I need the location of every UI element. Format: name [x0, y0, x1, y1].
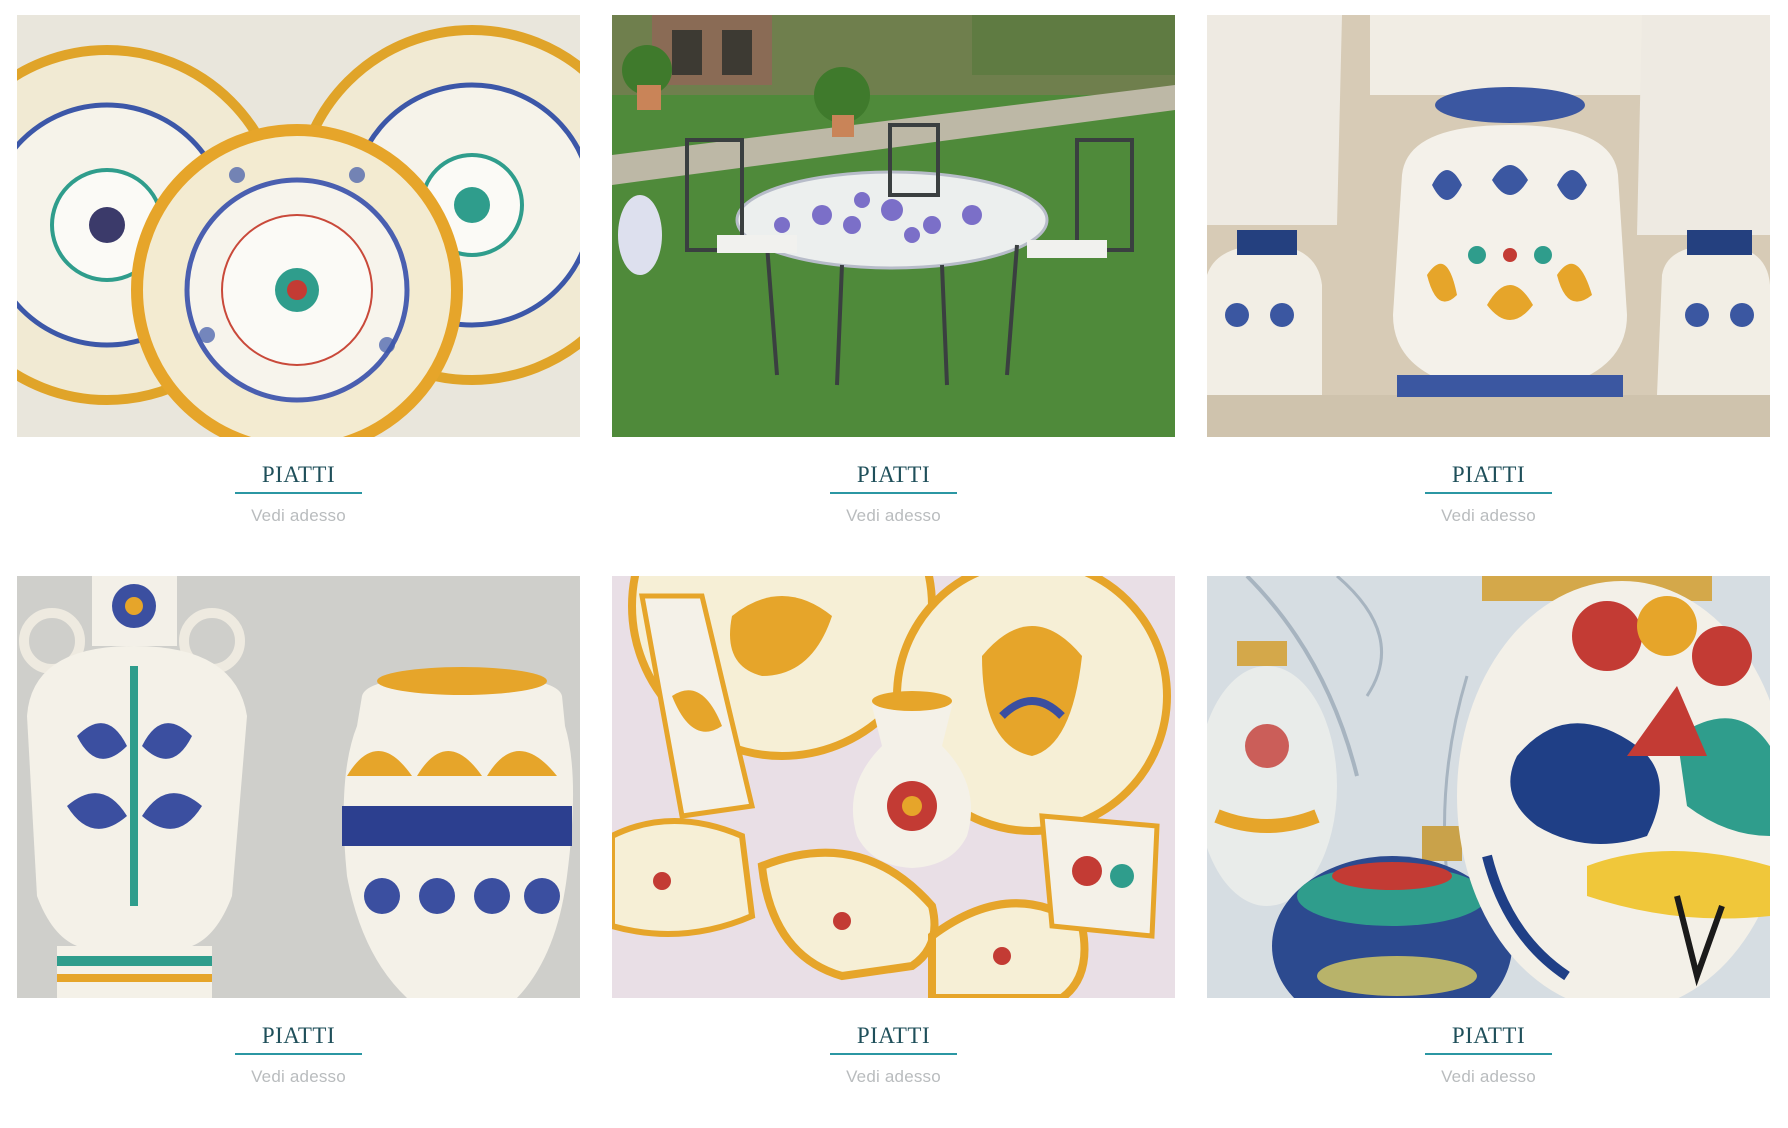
decorated-plates-image[interactable]: [17, 15, 580, 437]
product-grid: PIATTI Vedi adesso PIATTI Vedi adesso PI…: [17, 15, 1771, 1087]
ceramic-lamp-image[interactable]: [1207, 15, 1770, 437]
ceramic-lamp-icon: [1207, 15, 1770, 437]
product-card[interactable]: PIATTI Vedi adesso: [612, 576, 1175, 1087]
christmas-ornaments-image[interactable]: [1207, 576, 1770, 998]
rooster-ceramics-icon: [612, 576, 1175, 998]
product-card[interactable]: PIATTI Vedi adesso: [1207, 576, 1770, 1087]
product-card[interactable]: PIATTI Vedi adesso: [612, 15, 1175, 526]
view-now-link[interactable]: Vedi adesso: [1441, 1067, 1536, 1087]
product-title[interactable]: PIATTI: [1424, 1024, 1553, 1055]
view-now-link[interactable]: Vedi adesso: [251, 506, 346, 526]
view-now-link[interactable]: Vedi adesso: [846, 506, 941, 526]
ceramic-vases-image[interactable]: [17, 576, 580, 998]
garden-table-icon: [612, 15, 1175, 437]
product-title[interactable]: PIATTI: [234, 1024, 363, 1055]
product-title[interactable]: PIATTI: [829, 1024, 958, 1055]
product-card[interactable]: PIATTI Vedi adesso: [17, 15, 580, 526]
product-card[interactable]: PIATTI Vedi adesso: [1207, 15, 1770, 526]
garden-table-image[interactable]: [612, 15, 1175, 437]
ceramic-vases-icon: [17, 576, 580, 998]
view-now-link[interactable]: Vedi adesso: [1441, 506, 1536, 526]
rooster-ceramics-image[interactable]: [612, 576, 1175, 998]
product-title[interactable]: PIATTI: [829, 463, 958, 494]
christmas-ornaments-icon: [1207, 576, 1770, 998]
product-title[interactable]: PIATTI: [234, 463, 363, 494]
decorated-plates-icon: [17, 15, 580, 437]
view-now-link[interactable]: Vedi adesso: [251, 1067, 346, 1087]
product-card[interactable]: PIATTI Vedi adesso: [17, 576, 580, 1087]
product-title[interactable]: PIATTI: [1424, 463, 1553, 494]
view-now-link[interactable]: Vedi adesso: [846, 1067, 941, 1087]
